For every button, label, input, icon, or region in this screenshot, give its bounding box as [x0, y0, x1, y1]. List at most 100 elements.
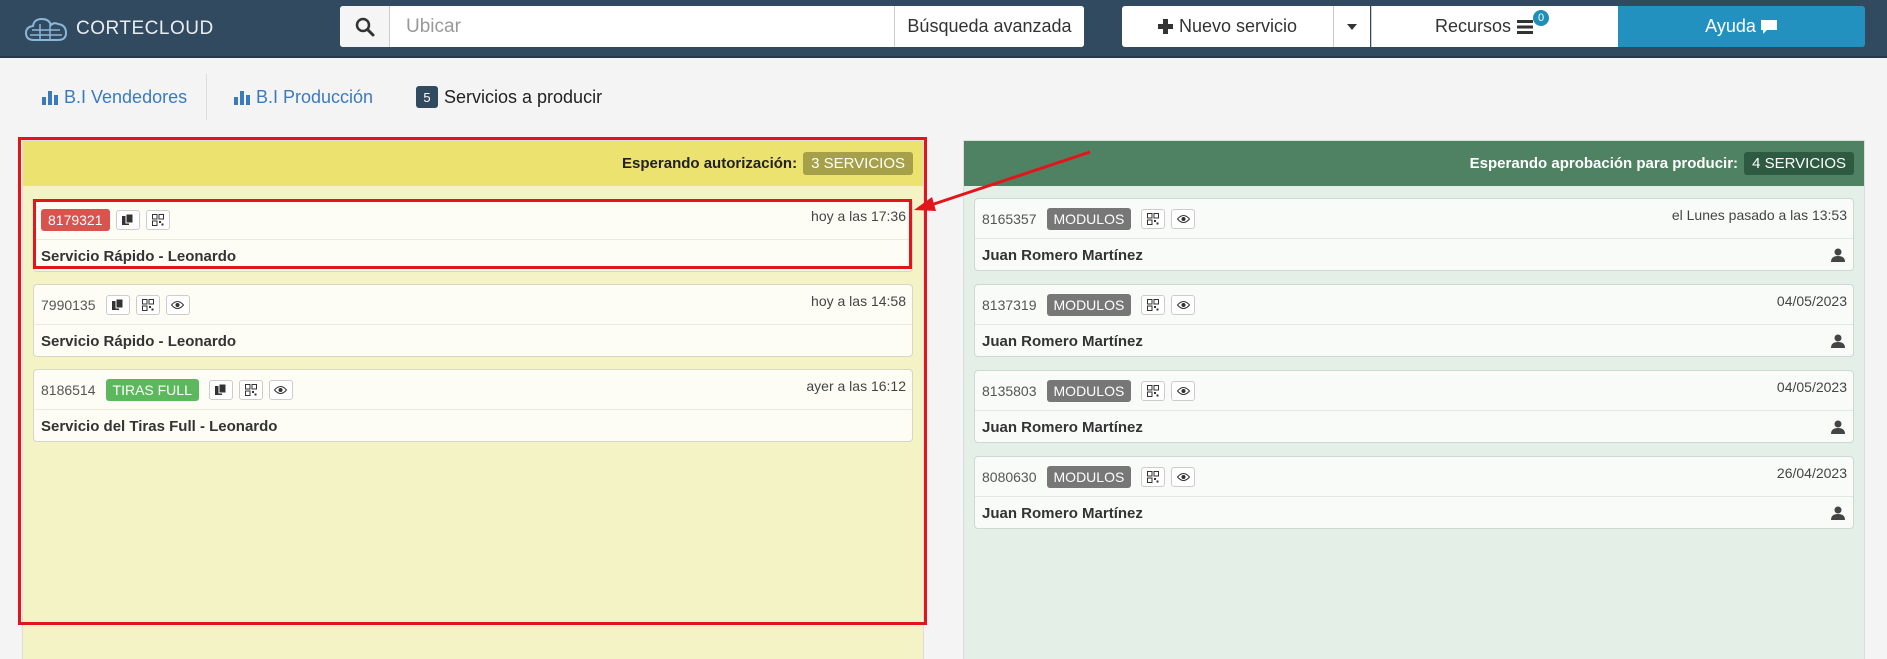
- view-button[interactable]: [1171, 294, 1196, 315]
- service-card[interactable]: 8080630 MODULOS 26/04/2023 Juan Romero M…: [974, 456, 1854, 529]
- column-title: Esperando aprobación para producir:: [1469, 155, 1739, 172]
- column-title: Esperando autorización:: [622, 155, 798, 172]
- column-awaiting-production-approval: Esperando aprobación para producir: 4 SE…: [963, 140, 1865, 659]
- top-navbar: CORTECLOUD Búsqueda avanzada Nuevo servi…: [0, 0, 1887, 58]
- service-id: 8165357: [982, 210, 1037, 227]
- qr-icon: [141, 298, 154, 311]
- view-button[interactable]: [268, 379, 293, 400]
- view-button[interactable]: [165, 294, 190, 315]
- card-timestamp: ayer a las 16:12: [806, 378, 906, 394]
- plus-icon: [1157, 19, 1173, 34]
- qr-button[interactable]: [1141, 208, 1166, 229]
- card-title: Servicio del Tiras Full - Leonardo: [41, 418, 278, 435]
- column-count-badge: 3 SERVICIOS: [803, 152, 913, 175]
- user-icon: [1831, 334, 1845, 348]
- tab-label: B.I Producción: [256, 86, 374, 107]
- help-button[interactable]: Ayuda: [1618, 6, 1865, 47]
- eye-icon: [171, 300, 185, 309]
- qr-button[interactable]: [238, 379, 263, 400]
- search-input[interactable]: [390, 6, 894, 47]
- copy-button[interactable]: [105, 294, 130, 315]
- card-timestamp: el Lunes pasado a las 13:53: [1671, 207, 1847, 223]
- service-card[interactable]: 8135803 MODULOS 04/05/2023 Juan Romero M…: [974, 370, 1854, 443]
- service-id: 8080630: [982, 468, 1037, 485]
- service-tag: MODULOS: [1046, 465, 1132, 488]
- view-button[interactable]: [1171, 208, 1196, 229]
- resources-label: Recursos: [1434, 16, 1512, 36]
- column-awaiting-authorization: Esperando autorización: 3 SERVICIOS 8179…: [22, 140, 924, 659]
- copy-button[interactable]: [208, 379, 233, 400]
- service-id: 8135803: [982, 382, 1037, 399]
- qr-icon: [1147, 470, 1160, 483]
- resources-button[interactable]: Recursos 0: [1371, 6, 1618, 47]
- card-title: Servicio Rápido - Leonardo: [41, 333, 237, 350]
- card-timestamp: hoy a las 14:58: [811, 293, 906, 309]
- qr-icon: [1147, 298, 1160, 311]
- advanced-search-button[interactable]: Búsqueda avanzada: [894, 6, 1084, 47]
- copy-button[interactable]: [115, 209, 140, 230]
- qr-icon: [1147, 384, 1160, 397]
- service-card[interactable]: 8179321 hoy a las 17:36 Servicio Rápido …: [33, 199, 913, 272]
- eye-icon: [1176, 300, 1190, 309]
- bar-chart-icon: [234, 91, 250, 105]
- services-count-badge: 5: [416, 86, 438, 108]
- service-tag: MODULOS: [1046, 379, 1132, 402]
- card-timestamp: 26/04/2023: [1776, 465, 1847, 481]
- tab-label: B.I Vendedores: [64, 86, 188, 107]
- qr-button[interactable]: [1141, 380, 1166, 401]
- caret-down-icon: [1347, 23, 1357, 30]
- new-service-label: Nuevo servicio: [1178, 16, 1298, 36]
- card-title: Juan Romero Martínez: [982, 333, 1143, 350]
- new-service-dropdown-toggle[interactable]: [1333, 6, 1370, 47]
- qr-icon: [244, 383, 257, 396]
- new-service-button[interactable]: Nuevo servicio: [1122, 6, 1333, 47]
- qr-button[interactable]: [135, 294, 160, 315]
- service-tag: MODULOS: [1046, 293, 1132, 316]
- chat-icon: [1760, 19, 1777, 34]
- column-header: Esperando aprobación para producir: 4 SE…: [964, 141, 1864, 186]
- eye-icon: [1176, 214, 1190, 223]
- column-count-badge: 4 SERVICIOS: [1744, 152, 1854, 175]
- copy-icon: [121, 213, 134, 225]
- qr-button[interactable]: [145, 209, 170, 230]
- service-id-label[interactable]: 8179321: [41, 208, 110, 231]
- tab-servicios-a-producir[interactable]: 5 Servicios a producir: [416, 86, 602, 108]
- search-icon: [355, 17, 374, 36]
- app-logo[interactable]: CORTECLOUD: [24, 14, 214, 44]
- eye-icon: [1176, 472, 1190, 481]
- copy-icon: [111, 298, 124, 310]
- user-icon: [1831, 506, 1845, 520]
- view-button[interactable]: [1171, 466, 1196, 487]
- search-group: Búsqueda avanzada: [340, 6, 1084, 47]
- tab-label: Servicios a producir: [444, 86, 603, 107]
- service-id: 8137319: [982, 296, 1037, 313]
- service-card[interactable]: 8137319 MODULOS 04/05/2023 Juan Romero M…: [974, 284, 1854, 357]
- view-button[interactable]: [1171, 380, 1196, 401]
- service-id: 7990135: [41, 296, 96, 313]
- qr-button[interactable]: [1141, 466, 1166, 487]
- service-card[interactable]: 7990135 hoy a las 14:58 Servicio Rápido …: [33, 284, 913, 357]
- service-tag: TIRAS FULL: [105, 378, 199, 401]
- service-card[interactable]: 8165357 MODULOS el Lunes pasado a las 13…: [974, 198, 1854, 271]
- tab-bi-vendedores[interactable]: B.I Vendedores: [42, 86, 187, 108]
- qr-icon: [1147, 212, 1160, 225]
- service-card[interactable]: 8186514 TIRAS FULL ayer a las 16:12 Serv…: [33, 369, 913, 442]
- qr-button[interactable]: [1141, 294, 1166, 315]
- search-button[interactable]: [340, 6, 390, 47]
- card-title: Juan Romero Martínez: [982, 247, 1143, 264]
- tab-bi-produccion[interactable]: B.I Producción: [234, 86, 373, 108]
- help-label: Ayuda: [1705, 16, 1756, 36]
- column-header: Esperando autorización: 3 SERVICIOS: [23, 141, 923, 186]
- user-icon: [1831, 248, 1845, 262]
- card-title: Servicio Rápido - Leonardo: [41, 248, 237, 265]
- card-timestamp: 04/05/2023: [1776, 379, 1847, 395]
- bar-chart-icon: [42, 91, 58, 105]
- app-name: CORTECLOUD: [76, 18, 214, 39]
- user-icon: [1831, 420, 1845, 434]
- service-id: 8186514: [41, 381, 96, 398]
- eye-icon: [1176, 386, 1190, 395]
- list-icon: [1517, 19, 1534, 34]
- service-tag: MODULOS: [1046, 207, 1132, 230]
- resources-count-badge: 0: [1533, 9, 1550, 26]
- card-title: Juan Romero Martínez: [982, 419, 1143, 436]
